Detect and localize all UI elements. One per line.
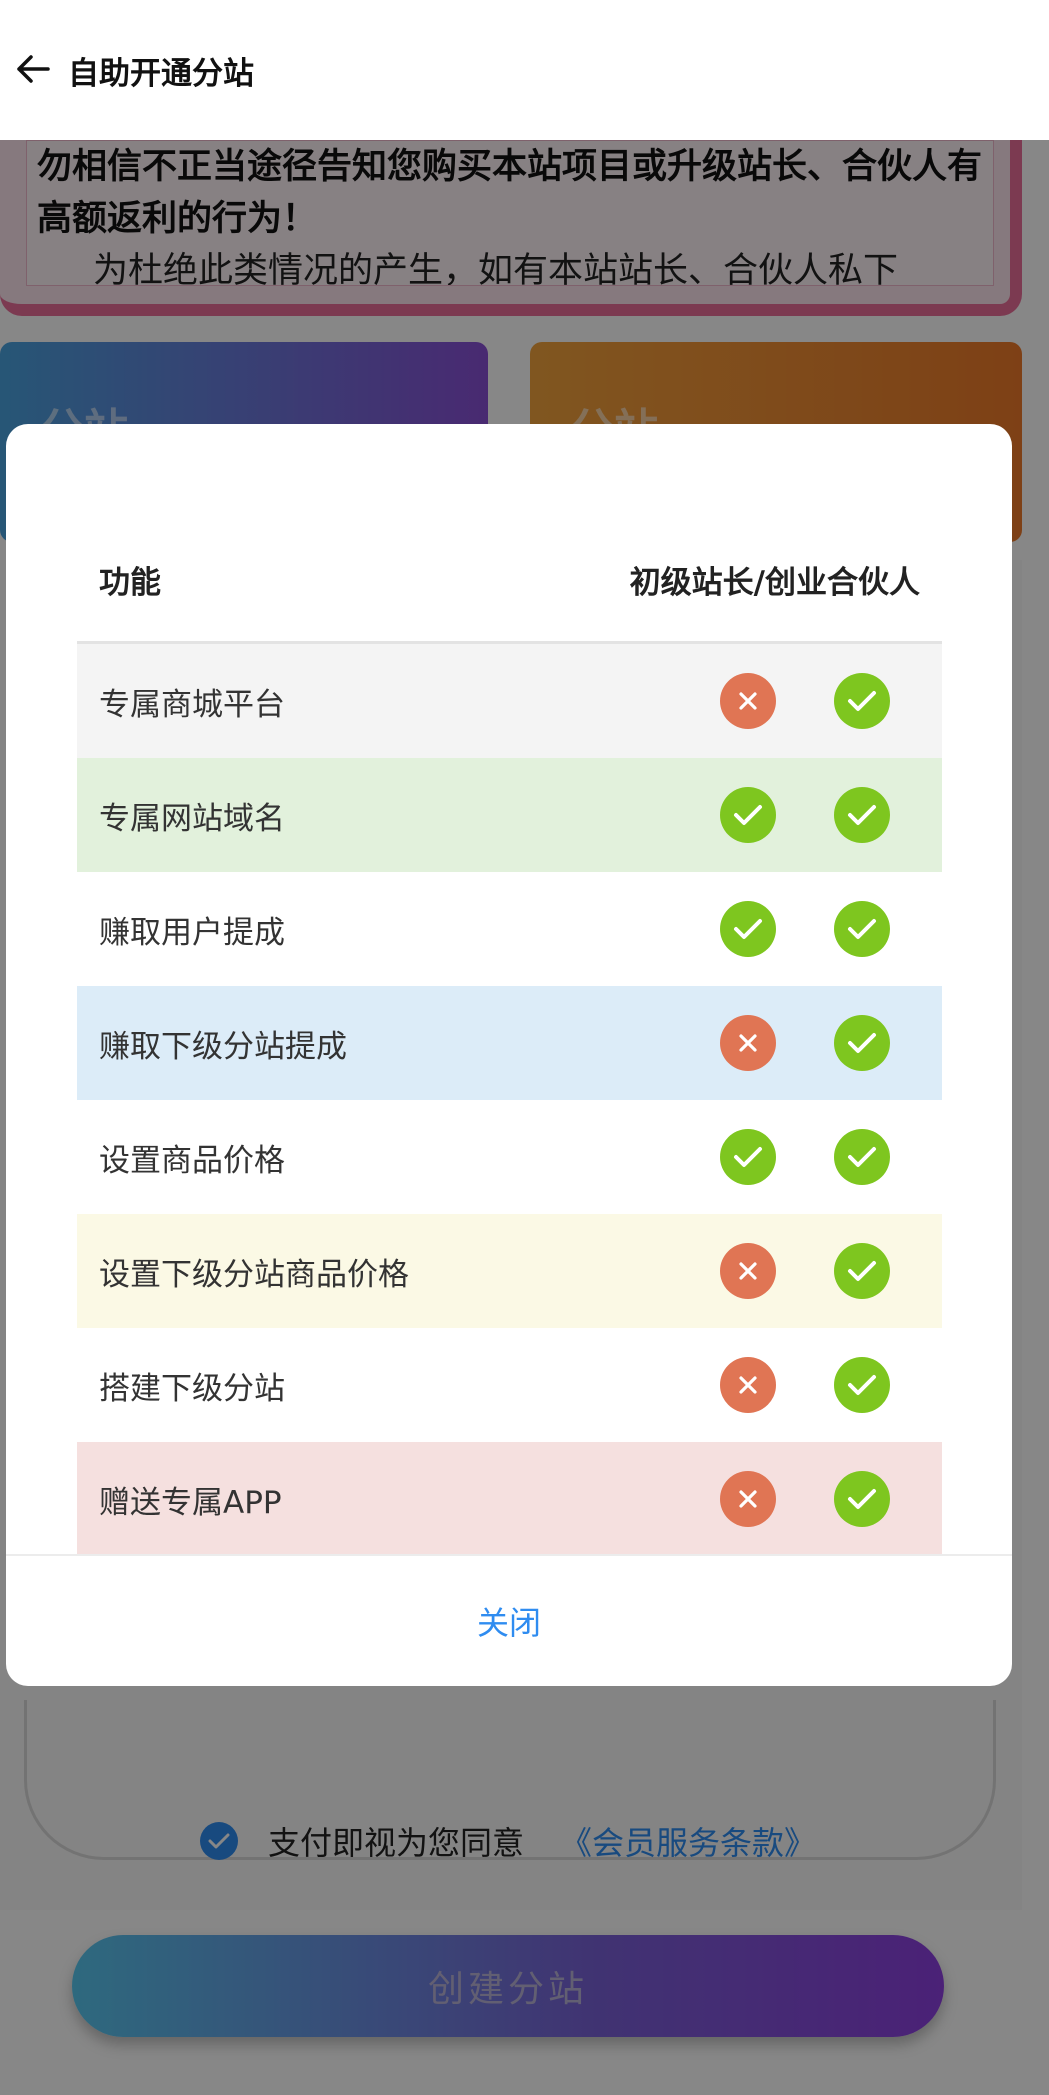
feature-label: 设置下级分站商品价格 <box>99 1256 409 1293</box>
basic-cross-mark <box>720 673 776 729</box>
cross-icon <box>739 1034 757 1052</box>
partner-check-mark <box>834 787 890 843</box>
check-icon <box>734 1147 762 1167</box>
cross-icon <box>739 1262 757 1280</box>
cross-icon <box>739 692 757 710</box>
basic-cross-mark <box>720 1357 776 1413</box>
table-row: 设置下级分站商品价格 <box>77 1214 942 1328</box>
app-header: 自助开通分站 <box>0 0 1049 140</box>
partner-check-mark <box>834 1471 890 1527</box>
partner-check-mark <box>834 1015 890 1071</box>
feature-label: 专属商城平台 <box>99 686 285 723</box>
check-icon <box>848 1375 876 1395</box>
basic-check-mark <box>720 1129 776 1185</box>
partner-check-mark <box>834 1129 890 1185</box>
close-button[interactable]: 关闭 <box>6 1556 1012 1686</box>
basic-cross-mark <box>720 1243 776 1299</box>
partner-check-mark <box>834 673 890 729</box>
table-row: 赚取用户提成 <box>77 872 942 986</box>
feature-comparison-modal: 功能 初级站长/创业合伙人 专属商城平台 专属网站域名 赚取用户提成赚取下级分站提成… <box>6 424 1012 1686</box>
basic-cross-mark <box>720 1471 776 1527</box>
header-tiers: 初级站长/创业合伙人 <box>629 564 920 601</box>
header-feature: 功能 <box>99 564 161 601</box>
check-icon <box>848 919 876 939</box>
table-header: 功能 初级站长/创业合伙人 <box>77 514 942 644</box>
check-icon <box>734 805 762 825</box>
check-icon <box>848 1147 876 1167</box>
comparison-table: 功能 初级站长/创业合伙人 专属商城平台 专属网站域名 赚取用户提成赚取下级分站提成… <box>77 514 942 1556</box>
page-title: 自助开通分站 <box>68 56 254 92</box>
feature-label: 专属网站域名 <box>99 800 285 837</box>
cross-icon <box>739 1376 757 1394</box>
table-row: 赠送专属APP <box>77 1442 942 1556</box>
feature-label: 赠送专属APP <box>99 1484 282 1521</box>
table-row: 赚取下级分站提成 <box>77 986 942 1100</box>
arrow-left-icon <box>17 55 50 83</box>
partner-check-mark <box>834 1243 890 1299</box>
table-body: 专属商城平台 专属网站域名 赚取用户提成赚取下级分站提成 设置商品价格设置下级分站商品… <box>77 644 942 1556</box>
check-icon <box>848 1489 876 1509</box>
partner-check-mark <box>834 1357 890 1413</box>
feature-label: 搭建下级分站 <box>99 1370 285 1407</box>
check-icon <box>848 1033 876 1053</box>
partner-check-mark <box>834 901 890 957</box>
table-row: 专属商城平台 <box>77 644 942 758</box>
check-icon <box>848 691 876 711</box>
cross-icon <box>739 1490 757 1508</box>
check-icon <box>848 1261 876 1281</box>
back-button[interactable] <box>8 44 58 94</box>
feature-label: 赚取用户提成 <box>99 914 285 951</box>
table-row: 搭建下级分站 <box>77 1328 942 1442</box>
basic-check-mark <box>720 787 776 843</box>
basic-check-mark <box>720 901 776 957</box>
table-row: 设置商品价格 <box>77 1100 942 1214</box>
close-label: 关闭 <box>476 1604 541 1642</box>
check-icon <box>734 919 762 939</box>
feature-label: 设置商品价格 <box>99 1142 285 1179</box>
table-row: 专属网站域名 <box>77 758 942 872</box>
check-icon <box>848 805 876 825</box>
basic-cross-mark <box>720 1015 776 1071</box>
feature-label: 赚取下级分站提成 <box>99 1028 347 1065</box>
